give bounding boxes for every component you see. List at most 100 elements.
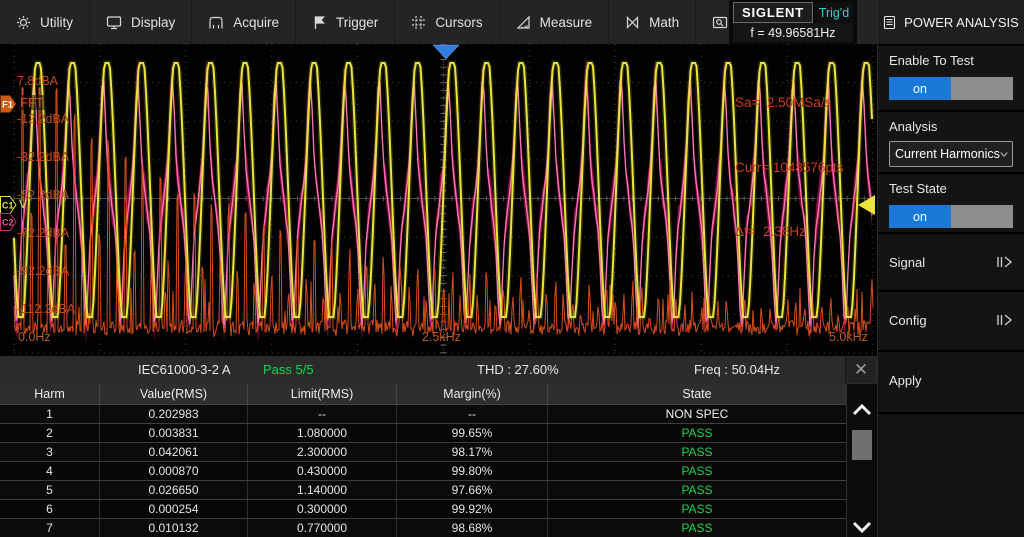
table-cell: 98.17% <box>397 443 548 461</box>
c1-unit-label: V <box>19 197 27 211</box>
trigger-frequency-readout: f = 49.96581Hz <box>733 23 853 42</box>
table-scrollbar[interactable] <box>846 384 878 537</box>
fft-trace-label: FFT <box>18 95 46 110</box>
state-cell: PASS <box>548 424 846 442</box>
toggle-off-half <box>951 77 1013 100</box>
power-analysis-panel: POWER ANALYSIS Enable To Test on Analysi… <box>877 0 1024 537</box>
table-header-row: Harm Value(RMS) Limit(RMS) Margin(%) Sta… <box>0 384 846 405</box>
fft-scale-label: 7.8dBA <box>17 74 58 88</box>
table-row: 60.0002540.30000099.92%PASS <box>0 500 846 519</box>
menu-display[interactable]: Display <box>90 0 192 44</box>
table-cell: -- <box>397 405 548 423</box>
close-icon[interactable]: ✕ <box>845 357 876 383</box>
cursors-icon <box>411 15 426 30</box>
measure-icon <box>516 15 531 30</box>
menu-utility[interactable]: Utility <box>0 0 90 44</box>
acquired-points: Curr= 1048576pts <box>735 157 843 179</box>
state-cell: NON SPEC <box>548 405 846 423</box>
pass-count: Pass 5/5 <box>263 362 314 377</box>
toggle-off-half <box>951 205 1013 228</box>
menu-math[interactable]: Math <box>609 0 696 44</box>
acquisition-info: Sa= 2.50MSa/s Curr= 1048576pts Δf= 2.38H… <box>735 49 843 286</box>
menu-math-label: Math <box>649 15 679 30</box>
test-state-label: Test State <box>889 181 1013 196</box>
analysis-label: Analysis <box>889 119 1013 134</box>
fft-scale-label: -112.2dBA <box>17 302 75 316</box>
analysis-icon <box>712 15 728 30</box>
siglent-logo: SIGLENT <box>733 2 813 23</box>
gear-icon <box>16 15 31 30</box>
c1-channel-badge[interactable]: C1 <box>0 196 17 214</box>
table-cell: 2.300000 <box>248 443 397 461</box>
table-cell: 0.770000 <box>248 519 397 537</box>
state-cell: PASS <box>548 519 846 537</box>
analysis-section: Analysis Current Harmonics <box>878 112 1024 174</box>
config-section[interactable]: Config <box>878 292 1024 352</box>
table-cell: 1.140000 <box>248 481 397 499</box>
table-cell: 5 <box>0 481 100 499</box>
waveform-display[interactable]: 7.8dBA-12.2dBA-32.2dBA-52.2dBA-72.2dBA-9… <box>0 44 877 356</box>
acquire-icon <box>208 15 224 30</box>
trigger-flag-icon <box>312 15 327 30</box>
col-header-harm: Harm <box>0 384 100 404</box>
scroll-up-icon[interactable] <box>852 404 872 416</box>
state-cell: PASS <box>548 481 846 499</box>
table-cell: 1 <box>0 405 100 423</box>
thd-readout: THD : 27.60% <box>477 362 559 377</box>
table-cell: 0.010132 <box>100 519 248 537</box>
clipboard-icon <box>883 15 896 30</box>
menu-cursors-label: Cursors <box>435 15 482 30</box>
state-cell: PASS <box>548 443 846 461</box>
c2-channel-badge[interactable]: C2 <box>0 213 17 231</box>
results-info-bar: IEC61000-3-2 A Pass 5/5 THD : 27.60% Fre… <box>0 356 877 384</box>
menu-cursors[interactable]: Cursors <box>395 0 499 44</box>
fft-scale-label: -12.2dBA <box>17 112 69 126</box>
status-cluster: SIGLENT Trig'd f = 49.96581Hz <box>729 0 857 44</box>
panel-title: POWER ANALYSIS <box>904 15 1019 30</box>
fft-scale-label: -92.2dBA <box>17 264 69 278</box>
freq-axis-left: 0.0Hz <box>18 330 51 344</box>
scroll-down-icon[interactable] <box>852 521 872 533</box>
col-header-margin: Margin(%) <box>397 384 548 404</box>
table-cell: 0.202983 <box>100 405 248 423</box>
toggle-on-state: on <box>889 205 951 228</box>
f1-channel-badge[interactable]: F1 <box>0 95 17 113</box>
table-body: 10.202983----NON SPEC20.0038311.08000099… <box>0 405 846 537</box>
table-cell: 0.300000 <box>248 500 397 518</box>
scroll-thumb[interactable] <box>852 430 872 460</box>
table-cell: -- <box>248 405 397 423</box>
config-label: Config <box>889 313 927 328</box>
table-cell: 3 <box>0 443 100 461</box>
menu-trigger[interactable]: Trigger <box>296 0 395 44</box>
sample-rate: Sa= 2.50MSa/s <box>735 92 843 114</box>
analysis-dropdown[interactable]: Current Harmonics <box>889 141 1013 167</box>
fft-scale-label: -72.2dBA <box>17 226 69 240</box>
table-cell: 0.430000 <box>248 462 397 480</box>
svg-text:C2: C2 <box>2 218 14 228</box>
fft-scale-label: -32.2dBA <box>17 150 69 164</box>
trigger-position-marker[interactable] <box>433 45 459 59</box>
expand-submenu-icon <box>995 255 1013 269</box>
enable-to-test-label: Enable To Test <box>889 53 1013 68</box>
table-cell: 0.003831 <box>100 424 248 442</box>
table-cell: 7 <box>0 519 100 537</box>
col-header-limit: Limit(RMS) <box>248 384 397 404</box>
menu-measure[interactable]: Measure <box>500 0 610 44</box>
signal-section[interactable]: Signal <box>878 234 1024 292</box>
test-state-toggle[interactable]: on <box>889 205 1013 228</box>
table-cell: 99.65% <box>397 424 548 442</box>
apply-section[interactable]: Apply <box>878 352 1024 414</box>
state-cell: PASS <box>548 462 846 480</box>
display-icon <box>106 15 122 30</box>
table-cell: 6 <box>0 500 100 518</box>
panel-header: POWER ANALYSIS <box>878 0 1024 46</box>
math-icon <box>625 15 640 30</box>
table-cell: 98.68% <box>397 519 548 537</box>
test-state-section: Test State on <box>878 174 1024 234</box>
table-row: 50.0266501.14000097.66%PASS <box>0 481 846 500</box>
signal-label: Signal <box>889 255 925 270</box>
svg-text:C1: C1 <box>2 201 14 211</box>
enable-to-test-toggle[interactable]: on <box>889 77 1013 100</box>
menu-acquire[interactable]: Acquire <box>192 0 296 44</box>
table-cell: 97.66% <box>397 481 548 499</box>
